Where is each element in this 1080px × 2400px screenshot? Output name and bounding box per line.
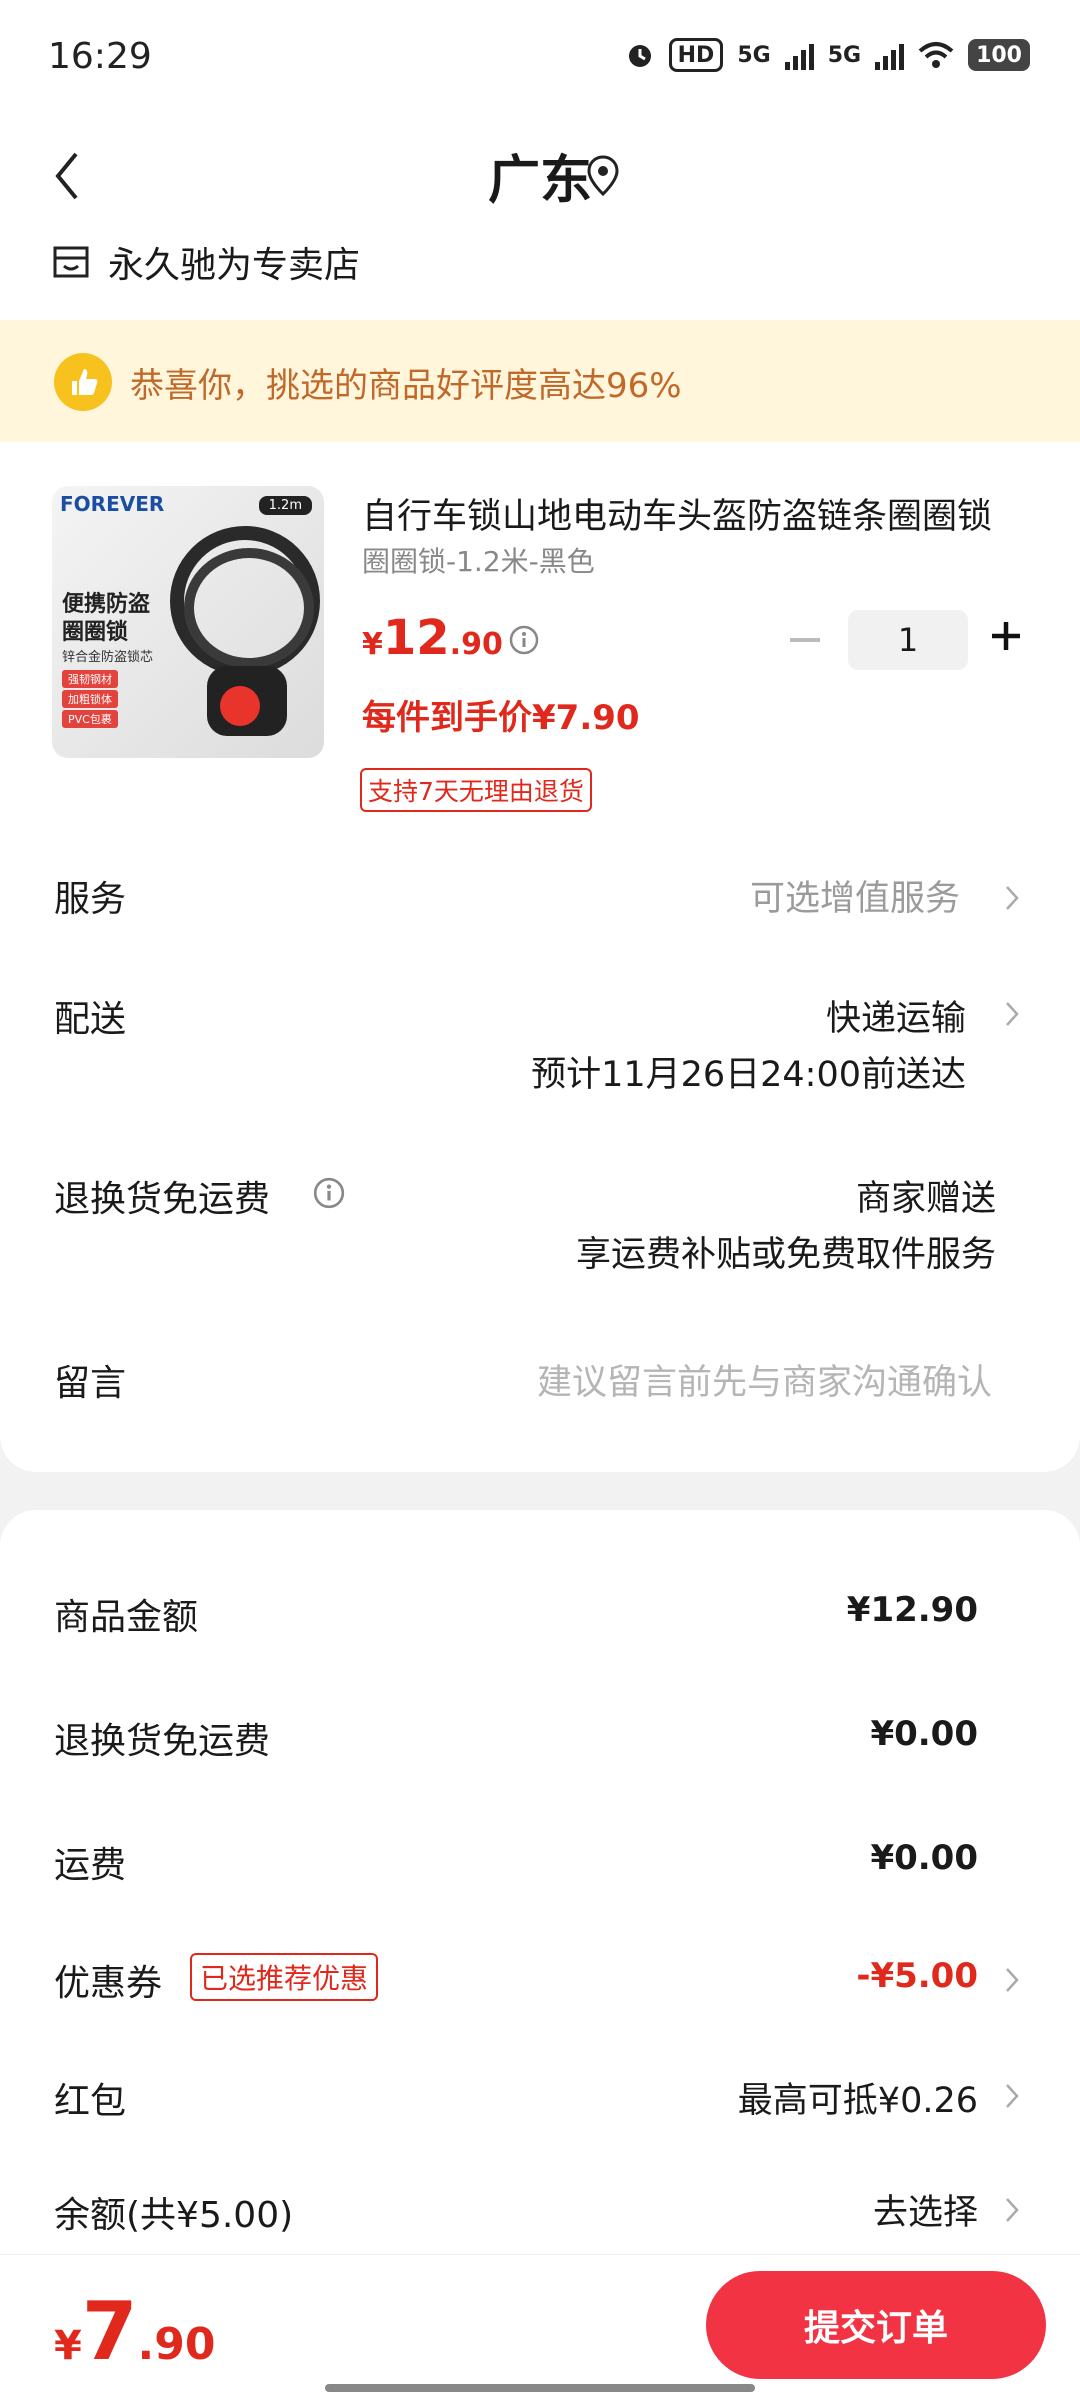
info-icon[interactable] <box>312 1176 346 1210</box>
return-shipping-sub: 享运费补贴或免费取件服务 <box>575 1235 996 1275</box>
coupon-value[interactable]: -¥5.00 <box>856 1956 978 1996</box>
chevron-right-icon[interactable] <box>1004 1000 1020 1028</box>
message-label: 留言 <box>54 1363 127 1404</box>
network-label-1: 5G <box>737 42 771 68</box>
deal-price: 每件到手价¥7.90 <box>362 698 640 738</box>
thumbs-up-icon <box>54 353 112 411</box>
service-label: 服务 <box>54 879 127 920</box>
goods-amount-value: ¥12.90 <box>846 1590 978 1630</box>
checkout-bar: ¥7.90 提交订单 <box>0 2254 1080 2400</box>
store-row[interactable]: 永久驰为专卖店 <box>52 236 360 288</box>
delivery-label: 配送 <box>54 999 127 1040</box>
order-card: FOREVER 1.2m 便携防盗 圈圈锁 锌合金防盗锁芯 强韧钢材 加粗锁体 … <box>0 442 1080 1472</box>
signal-icon <box>784 40 814 70</box>
redpacket-label: 红包 <box>54 2081 127 2122</box>
return-policy-badge: 支持7天无理由退货 <box>360 768 592 812</box>
image-subline: 锌合金防盗锁芯 <box>62 650 154 665</box>
return-fee-value: ¥0.00 <box>870 1714 978 1754</box>
status-icons: HD 5G 5G 100 <box>625 38 1030 72</box>
product-image[interactable]: FOREVER 1.2m 便携防盗 圈圈锁 锌合金防盗锁芯 强韧钢材 加粗锁体 … <box>52 486 324 758</box>
shipping-value: ¥0.00 <box>870 1838 978 1878</box>
submit-order-button[interactable]: 提交订单 <box>706 2271 1046 2379</box>
lock-button-shape <box>220 686 260 726</box>
price-decimal: .90 <box>449 627 503 662</box>
alarm-icon <box>628 45 651 67</box>
chevron-right-icon[interactable] <box>1004 2196 1020 2224</box>
service-value[interactable]: 可选增值服务 <box>750 870 960 921</box>
wifi-icon <box>918 42 954 68</box>
chevron-right-icon[interactable] <box>1004 1966 1020 1994</box>
status-time: 16:29 <box>48 36 152 77</box>
info-icon[interactable] <box>508 624 540 656</box>
hd-icon: HD <box>668 38 724 72</box>
region-title[interactable]: 广东 <box>0 138 1080 213</box>
coupon-tag: 已选推荐优惠 <box>190 1953 379 2001</box>
chevron-right-icon[interactable] <box>1004 2082 1020 2110</box>
total-price: ¥7.90 <box>54 2285 215 2378</box>
image-headline-2: 圈圈锁 <box>62 620 129 645</box>
goods-amount-label: 商品金额 <box>54 1597 199 1638</box>
lock-coil-inner-shape <box>184 548 314 668</box>
quantity-decrease-button[interactable] <box>790 638 820 642</box>
image-feature-2: 加粗锁体 <box>62 690 118 708</box>
product-spec[interactable]: 圈圈锁-1.2米-黑色 <box>362 540 595 580</box>
image-feature-3: PVC包裹 <box>62 710 118 728</box>
balance-label: 余额(共¥5.00) <box>54 2195 294 2236</box>
store-icon <box>53 246 89 278</box>
total-integer: 7 <box>81 2285 138 2378</box>
total-currency: ¥ <box>54 2323 82 2369</box>
return-shipping-value: 商家赠送 <box>855 1179 996 1219</box>
product-title[interactable]: 自行车锁山地电动车头盔防盗链条圈圈锁 <box>362 488 1022 539</box>
image-feature-1: 强韧钢材 <box>62 670 118 688</box>
quantity-input[interactable]: 1 <box>848 610 968 670</box>
store-name: 永久驰为专卖店 <box>108 245 361 286</box>
shipping-label: 运费 <box>54 1845 127 1886</box>
length-tag: 1.2m <box>258 496 312 515</box>
message-input[interactable]: 建议留言前先与商家沟通确认 <box>537 1354 992 1405</box>
return-shipping-label: 退换货免运费 <box>54 1179 271 1220</box>
delivery-method[interactable]: 快递运输 <box>826 990 966 1041</box>
redpacket-value[interactable]: 最高可抵¥0.26 <box>738 2072 978 2123</box>
return-fee-label: 退换货免运费 <box>54 1721 271 1762</box>
home-indicator[interactable] <box>325 2384 755 2392</box>
delivery-eta: 预计11月26日24:00前送达 <box>531 1055 966 1095</box>
product-price: ¥12.90 <box>362 610 503 666</box>
total-decimal: .90 <box>137 2319 216 2370</box>
quantity-increase-button[interactable] <box>988 618 1024 654</box>
network-label-2: 5G <box>827 42 862 68</box>
price-currency: ¥ <box>362 627 383 662</box>
location-pin-icon[interactable] <box>586 154 620 198</box>
status-bar: 16:29 HD 5G 5G 100 <box>0 0 1080 118</box>
price-integer: 12 <box>382 610 450 666</box>
chevron-right-icon[interactable] <box>1004 884 1020 912</box>
battery-icon: 100 <box>968 39 1030 71</box>
balance-value[interactable]: 去选择 <box>873 2184 978 2235</box>
price-summary-card: 商品金额 ¥12.90 退换货免运费 ¥0.00 运费 ¥0.00 优惠券 已选… <box>0 1510 1080 2260</box>
praise-banner: 恭喜你，挑选的商品好评度高达96% <box>0 320 1080 442</box>
product-brand: FOREVER <box>60 492 165 516</box>
coupon-label: 优惠券 <box>54 1963 163 2004</box>
praise-text: 恭喜你，挑选的商品好评度高达96% <box>130 366 682 406</box>
signal-icon-2 <box>875 40 905 70</box>
